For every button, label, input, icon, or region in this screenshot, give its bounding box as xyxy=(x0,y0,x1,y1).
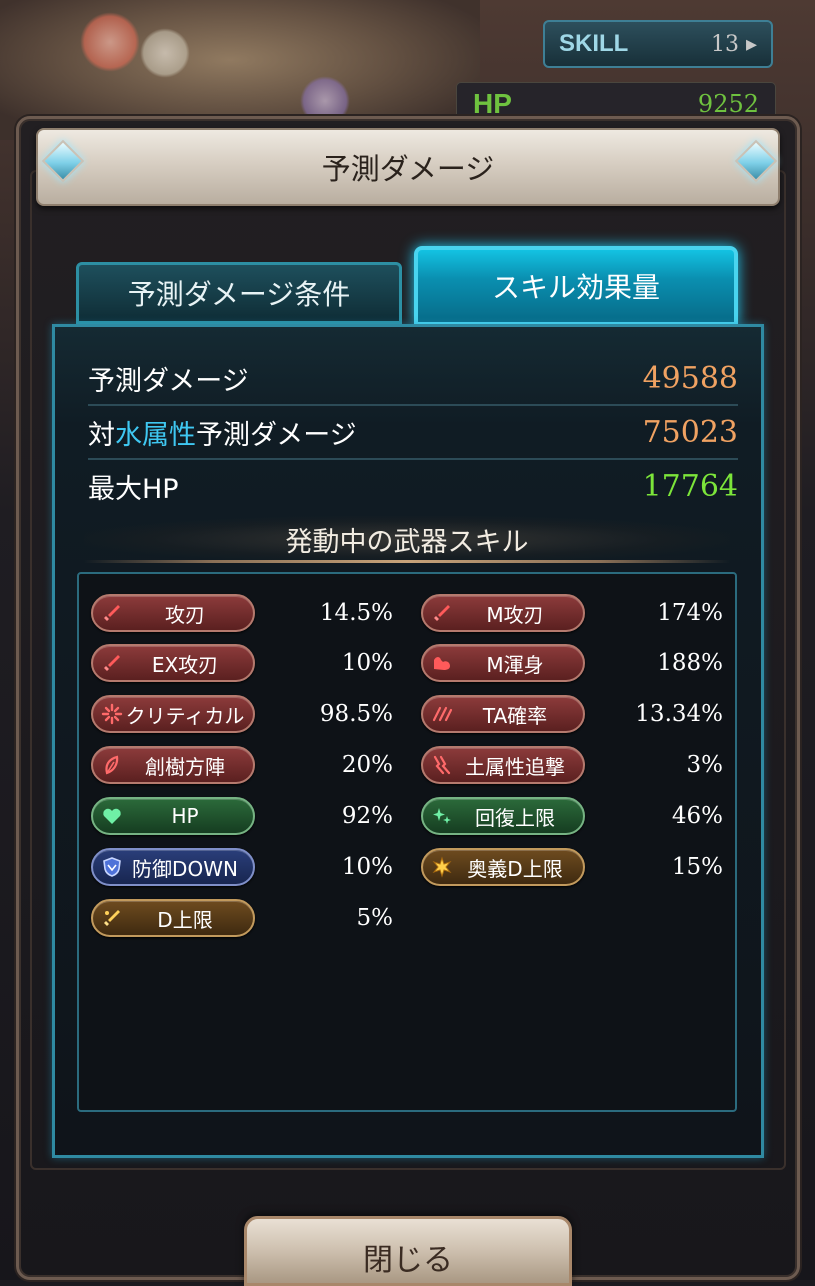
skill-item: 回復上限 46% xyxy=(421,797,723,835)
skill-item: 攻刃 14.5% xyxy=(91,594,393,632)
skill-label: TA確率 xyxy=(482,703,548,728)
skill-label: D上限 xyxy=(157,907,213,932)
skill-label: M渾身 xyxy=(486,652,544,677)
skill-value: 188% xyxy=(657,650,723,676)
skill-button[interactable]: SKILL 13 ▸ xyxy=(543,20,773,68)
modal-title: 予測ダメージ xyxy=(321,152,495,186)
stat-row-max-hp: 最大HP 17764 xyxy=(88,460,738,512)
skill-label: 土属性追撃 xyxy=(465,754,565,779)
skill-pill: 創樹方陣 xyxy=(91,746,255,784)
skill-pill: M攻刃 xyxy=(421,594,585,632)
hair-flower-icon xyxy=(140,28,190,78)
skill-label: 攻刃 xyxy=(165,602,205,627)
skill-pill: 回復上限 xyxy=(421,797,585,835)
skill-value: 5% xyxy=(356,905,394,931)
skill-item: D上限 5% xyxy=(91,899,393,937)
skill-pill: クリティカル xyxy=(91,695,255,733)
skill-pill: TA確率 xyxy=(421,695,585,733)
stat-row-water-damage: 対水属性予測ダメージ 75023 xyxy=(88,406,738,460)
section-title: 発動中の武器スキル xyxy=(84,516,730,562)
skill-value: 15% xyxy=(671,854,723,880)
tab-skill-effects[interactable]: スキル効果量 xyxy=(414,246,738,326)
stat-row-predicted-damage: 予測ダメージ 49588 xyxy=(88,352,738,406)
skill-item: 土属性追撃 3% xyxy=(421,746,723,784)
hp-value: 9252 xyxy=(697,90,759,118)
section-divider xyxy=(84,560,730,563)
tab-damage-conditions[interactable]: 予測ダメージ条件 xyxy=(76,262,402,324)
skill-item: 防御DOWN 10% xyxy=(91,848,393,886)
skill-value: 98.5% xyxy=(319,701,393,727)
skill-label: 回復上限 xyxy=(475,805,555,830)
skill-item: TA確率 13.34% xyxy=(421,695,723,733)
skill-value: 10% xyxy=(341,650,393,676)
tab-label: スキル効果量 xyxy=(491,271,660,304)
skill-label: 防御DOWN xyxy=(132,856,238,881)
skill-item: M渾身 188% xyxy=(421,644,723,682)
skill-value: 13.34% xyxy=(635,701,723,727)
skill-label: 奥義D上限 xyxy=(467,856,563,881)
skill-pill: 土属性追撃 xyxy=(421,746,585,784)
stat-value: 75023 xyxy=(642,414,738,450)
close-label: 閉じる xyxy=(363,1243,453,1278)
skill-count: 13 ▸ xyxy=(710,31,757,57)
stat-label-suffix: 予測ダメージ xyxy=(196,419,357,451)
stat-label-prefix: 対 xyxy=(88,419,115,451)
skill-value: 174% xyxy=(657,600,723,626)
skill-value: 20% xyxy=(341,752,393,778)
tab-label: 予測ダメージ条件 xyxy=(127,278,351,311)
skill-item: 奥義D上限 15% xyxy=(421,848,723,886)
skill-pill: D上限 xyxy=(91,899,255,937)
stat-label: 最大HP xyxy=(88,473,179,505)
skill-value: 92% xyxy=(341,803,393,829)
skill-pill: 防御DOWN xyxy=(91,848,255,886)
skill-value: 46% xyxy=(671,803,723,829)
skill-pill: 奥義D上限 xyxy=(421,848,585,886)
close-button[interactable]: 閉じる xyxy=(244,1216,572,1286)
modal-title-bar: 予測ダメージ xyxy=(36,128,780,206)
skill-label: M攻刃 xyxy=(486,602,544,627)
skill-item: M攻刃 174% xyxy=(421,594,723,632)
skill-label: クリティカル xyxy=(125,703,245,728)
skill-pill: 攻刃 xyxy=(91,594,255,632)
skill-pill: EX攻刃 xyxy=(91,644,255,682)
stat-label: 対水属性予測ダメージ xyxy=(88,413,357,452)
skill-item: 創樹方陣 20% xyxy=(91,746,393,784)
skill-label: EX攻刃 xyxy=(151,652,219,677)
skill-pill: M渾身 xyxy=(421,644,585,682)
stat-value: 17764 xyxy=(642,468,738,504)
skill-value: 14.5% xyxy=(319,600,393,626)
stat-label: 予測ダメージ xyxy=(88,365,249,397)
skill-label: HP xyxy=(171,804,199,828)
skill-label: SKILL xyxy=(559,30,629,57)
skill-item: クリティカル 98.5% xyxy=(91,695,393,733)
stat-value: 49588 xyxy=(642,360,738,396)
skill-label: 創樹方陣 xyxy=(145,754,225,779)
skill-pill: HP xyxy=(91,797,255,835)
skill-item: HP 92% xyxy=(91,797,393,835)
stat-label-element: 水属性 xyxy=(115,419,196,451)
hair-flower-icon xyxy=(80,12,140,72)
section-title-text: 発動中の武器スキル xyxy=(285,526,529,558)
skill-value: 3% xyxy=(686,752,724,778)
skill-value: 10% xyxy=(341,854,393,880)
skill-item: EX攻刃 10% xyxy=(91,644,393,682)
